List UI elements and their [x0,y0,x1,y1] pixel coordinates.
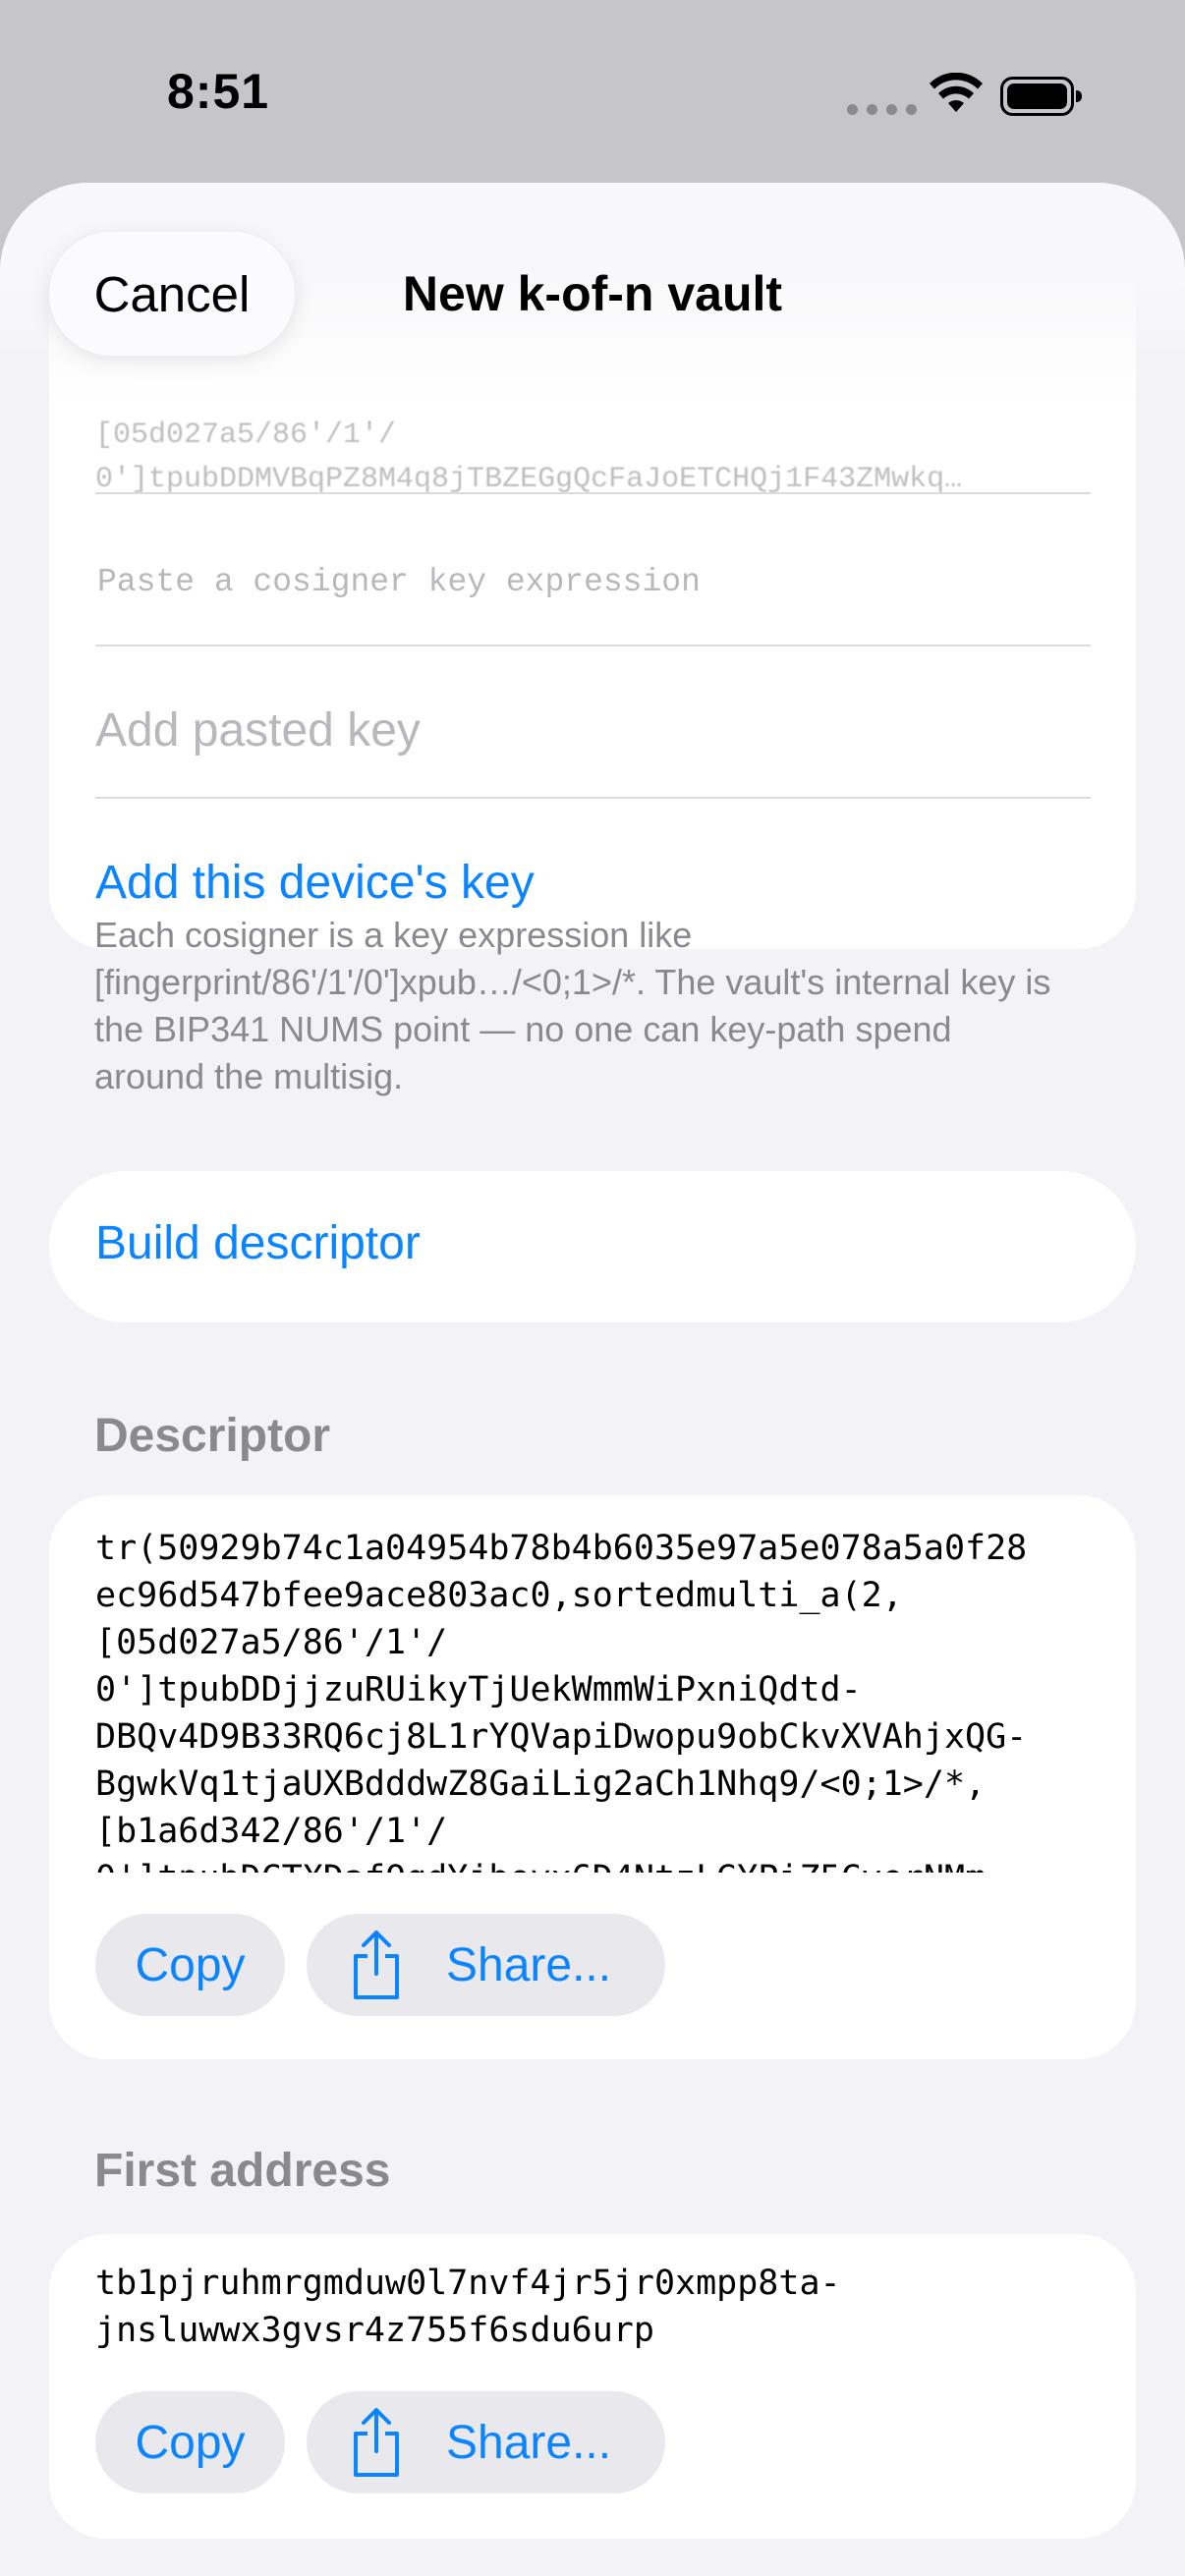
build-descriptor-button[interactable]: Build descriptor [49,1171,1136,1322]
sheet-title: New k-of-n vault [402,266,783,321]
first-address-card: tb1pjruhmrgmduw0l7nvf4jr5jr0xmpp8ta- jns… [49,2234,1136,2539]
cosigner-key-row: 0']tpubDDMVBqPZ8M4q8jTBZEGgQcFaJoETCHQj1… [95,463,963,496]
vault-sheet: [05d027a5/86'/1'/ 0']tpubDDMVBqPZ8M4q8jT… [0,183,1185,2576]
copy-label: Copy [135,1938,246,1991]
build-descriptor-label: Build descriptor [95,1217,421,1269]
add-pasted-key-button[interactable]: Add pasted key [95,703,421,757]
share-icon [354,2408,399,2477]
status-time: 8:51 [167,64,270,119]
share-label: Share... [446,2416,612,2469]
share-label: Share... [446,1938,612,1991]
descriptor-section-header: Descriptor [94,1410,331,1462]
descriptor-text[interactable]: tr(50929b74c1a04954b78b4b6035e97a5e078a5… [95,1525,1098,1873]
battery-icon [1000,77,1082,116]
copy-address-button[interactable]: Copy [95,2391,285,2493]
share-icon [354,1931,399,1999]
cosigner-key-row: [05d027a5/86'/1'/ [95,419,397,452]
copy-descriptor-button[interactable]: Copy [95,1914,285,2016]
first-address-text[interactable]: tb1pjruhmrgmduw0l7nvf4jr5jr0xmpp8ta- jns… [95,2260,1098,2358]
divider [95,644,1091,646]
share-address-button[interactable]: Share... [307,2391,665,2493]
paste-key-input[interactable] [95,536,1092,627]
add-device-key-button[interactable]: Add this device's key [95,856,535,910]
cosigner-footnote: Each cosigner is a key expression like [… [94,915,1051,1096]
cellular-signal-icon [847,104,917,115]
divider [95,492,1091,494]
wifi-icon [930,73,983,112]
divider [95,797,1091,799]
copy-label: Copy [135,2416,246,2469]
first-address-section-header: First address [94,2145,391,2197]
descriptor-card: tr(50929b74c1a04954b78b4b6035e97a5e078a5… [49,1495,1136,2059]
share-descriptor-button[interactable]: Share... [307,1914,665,2016]
status-bar: 8:51 [0,0,1185,187]
